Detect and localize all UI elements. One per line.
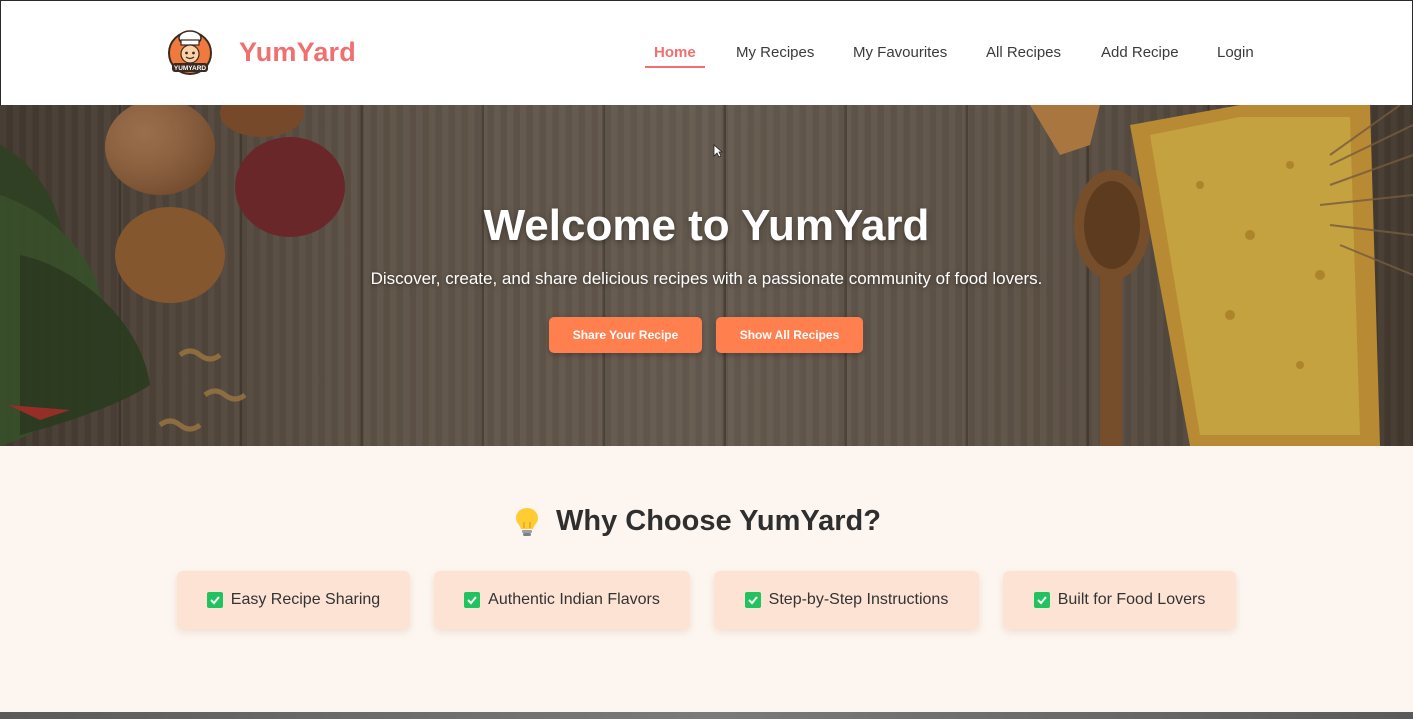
nav-home[interactable]: Home (654, 44, 696, 61)
check-box-icon (744, 592, 761, 608)
show-all-recipes-button[interactable]: Show All Recipes (716, 317, 863, 353)
check-box-icon (206, 592, 223, 608)
feature-label: Step-by-Step Instructions (768, 591, 949, 608)
window-bottom-edge (0, 712, 1413, 719)
share-recipe-button[interactable]: Share Your Recipe (549, 317, 702, 353)
nav-my-recipes[interactable]: My Recipes (736, 44, 814, 61)
why-title: Why Choose YumYard? (556, 505, 881, 537)
feature-card-food-lovers: Built for Food Lovers (1003, 571, 1236, 629)
feature-label: Easy Recipe Sharing (230, 591, 381, 608)
feature-card-step-by-step: Step-by-Step Instructions (714, 571, 979, 629)
why-heading: Why Choose YumYard? (0, 505, 1413, 538)
check-box-icon (1033, 592, 1050, 608)
mouse-cursor-icon (713, 144, 723, 158)
why-choose-section: Why Choose YumYard? Easy Recipe Sharing … (0, 446, 1413, 712)
feature-card-indian-flavors: Authentic Indian Flavors (434, 571, 690, 629)
site-header: YUMYARD YumYard Home My Recipes My Favou… (0, 0, 1413, 105)
nav-active-underline (645, 66, 705, 68)
nav-all-recipes[interactable]: All Recipes (986, 44, 1061, 61)
main-nav: Home My Recipes My Favourites All Recipe… (1, 44, 1412, 74)
nav-login[interactable]: Login (1217, 44, 1254, 61)
hero-subtitle: Discover, create, and share delicious re… (370, 269, 1043, 288)
feature-card-easy-sharing: Easy Recipe Sharing (177, 571, 410, 629)
nav-my-favourites[interactable]: My Favourites (853, 44, 947, 61)
check-box-icon (464, 592, 481, 608)
hero-title: Welcome to YumYard (483, 201, 930, 250)
feature-label: Built for Food Lovers (1057, 591, 1206, 608)
hero-banner: Welcome to YumYard Discover, create, and… (0, 105, 1413, 446)
nav-add-recipe[interactable]: Add Recipe (1101, 44, 1179, 61)
lightbulb-icon (516, 507, 538, 536)
feature-label: Authentic Indian Flavors (488, 591, 660, 608)
